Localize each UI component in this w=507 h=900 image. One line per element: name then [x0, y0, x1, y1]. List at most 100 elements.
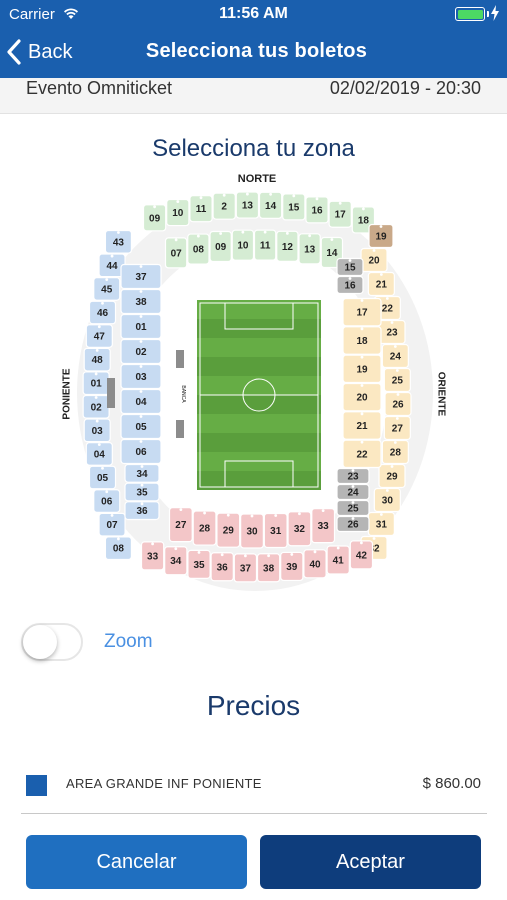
section-label: 46: [97, 308, 109, 319]
section-dot: [379, 273, 383, 276]
section-label: 29: [386, 472, 398, 483]
section-label: 32: [294, 524, 306, 535]
section-label: 34: [136, 469, 148, 480]
section-dot: [336, 546, 340, 550]
pitch-stripe: [197, 433, 321, 452]
stadium-map[interactable]: 09 10 11 2 13 14 15 16 17 18 19 20 21 22 23 24 25 26 27 28 2…: [55, 168, 455, 600]
section-label: 28: [199, 524, 211, 535]
section-label: 2: [221, 202, 227, 213]
section-dot: [396, 393, 400, 396]
section-dot: [274, 514, 278, 517]
section-dot: [110, 513, 114, 517]
section-dot: [290, 553, 294, 556]
section-label: 23: [386, 328, 398, 339]
section-label: 11: [260, 241, 271, 252]
section-label: 23: [347, 472, 359, 483]
section-label: 31: [270, 526, 282, 537]
section-label: 43: [113, 237, 125, 248]
section-label: 22: [356, 449, 368, 460]
section-label: 17: [335, 210, 347, 221]
bench-bottom: [176, 420, 184, 438]
section-label: 14: [326, 248, 338, 259]
section-label: 10: [237, 241, 249, 252]
section-label: 47: [94, 332, 106, 343]
section-dot: [174, 547, 178, 551]
section-dot: [197, 550, 201, 554]
section-dot: [117, 537, 120, 541]
zoom-toggle[interactable]: [21, 623, 83, 661]
event-datetime: 02/02/2019 - 20:30: [329, 78, 481, 98]
section-label: 12: [282, 242, 294, 253]
section-label: 15: [344, 263, 356, 274]
section-label: 25: [347, 504, 359, 515]
section-dot: [95, 348, 99, 352]
section-label: 26: [392, 400, 404, 411]
price-value: $ 860.00: [422, 775, 481, 792]
section-label: 18: [356, 336, 368, 347]
section-label: 24: [390, 352, 402, 363]
section-dot: [360, 355, 364, 359]
section-label: 13: [304, 244, 316, 255]
section-label: 09: [215, 242, 227, 253]
section-dot: [101, 301, 104, 305]
section-label: 20: [368, 256, 380, 267]
section-dot: [94, 396, 98, 399]
section-dot: [393, 345, 397, 348]
section-dot: [174, 238, 178, 242]
section-dot: [360, 384, 364, 387]
section-label: 02: [135, 347, 147, 358]
section-dot: [220, 553, 224, 557]
accept-button[interactable]: Aceptar: [260, 835, 481, 889]
section-label: 37: [135, 272, 147, 283]
section-dot: [105, 278, 109, 282]
cancel-button[interactable]: Cancelar: [26, 835, 247, 889]
section-label: 06: [101, 497, 113, 508]
status-bar: Carrier 11:56 AM: [0, 0, 507, 28]
section-label: 35: [193, 560, 205, 571]
section-dot: [219, 232, 223, 235]
navigation-bar: Back Selecciona tus boletos: [0, 28, 507, 78]
price-zone-label: AREA GRANDE INF PONIENTE: [66, 776, 262, 791]
section-dot: [393, 441, 397, 444]
section-dot: [269, 192, 272, 196]
west-tunnel: [107, 378, 115, 408]
section-dot: [385, 297, 389, 300]
section-label: 40: [309, 559, 321, 570]
section-label: 05: [135, 422, 147, 433]
zoom-label: Zoom: [104, 631, 153, 652]
section-label: 17: [356, 308, 368, 319]
section-label: 03: [135, 372, 147, 383]
section-dot: [330, 238, 334, 241]
section-dot: [226, 513, 230, 517]
page-title: Selecciona tus boletos: [145, 40, 368, 62]
section-dot: [244, 554, 247, 558]
section-label: 45: [101, 284, 113, 295]
section-label: 14: [265, 201, 277, 212]
section-label: 05: [97, 473, 109, 484]
section-dot: [139, 365, 143, 368]
price-color-swatch: [26, 775, 47, 796]
section-label: 37: [240, 563, 252, 574]
battery-icon: [455, 7, 485, 21]
section-dot: [285, 231, 289, 235]
zone-title: Selecciona tu zona: [152, 135, 355, 162]
section-label: 27: [175, 520, 187, 531]
section-label: 34: [170, 556, 182, 567]
prices-title: Precios: [206, 690, 301, 721]
section-dot: [139, 415, 143, 418]
section-dot: [360, 440, 364, 444]
section-label: 10: [172, 208, 184, 219]
section-dot: [179, 508, 183, 512]
section-label: 25: [392, 376, 404, 387]
section-dot: [153, 205, 156, 209]
section-dot: [151, 542, 154, 546]
section-label: 20: [356, 393, 368, 404]
section-dot: [313, 550, 317, 554]
section-dot: [360, 299, 364, 302]
section-dot: [139, 340, 143, 343]
section-dot: [348, 259, 352, 262]
section-dot: [267, 554, 270, 558]
section-label: 08: [113, 544, 125, 555]
section-dot: [338, 201, 342, 205]
price-row[interactable]: AREA GRANDE INF PONIENTE $ 860.00: [26, 771, 487, 811]
